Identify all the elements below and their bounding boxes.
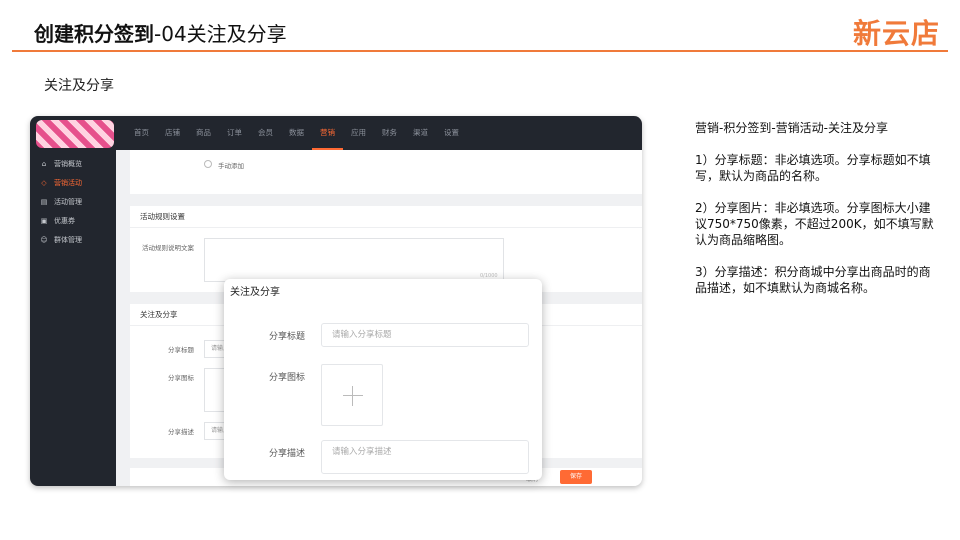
nav-item-2[interactable]: 商品 bbox=[188, 116, 219, 150]
chart-icon: ⌂ bbox=[41, 159, 47, 168]
sidebar-item-2[interactable]: ▤ 活动管理 bbox=[30, 192, 116, 211]
nav-item-5[interactable]: 数据 bbox=[281, 116, 312, 150]
slide-title: 创建积分签到-04关注及分享 bbox=[34, 18, 287, 47]
bg-share-image-label: 分享图标 bbox=[168, 374, 194, 382]
share-desc-textarea[interactable]: 请输入分享描述 bbox=[321, 440, 529, 474]
notes-item-share-image: 2）分享图片：非必填选项。分享图标大小建议750*750像素，不超过200K，如… bbox=[695, 201, 934, 247]
rules-description-textarea[interactable] bbox=[204, 238, 504, 282]
plus-icon-vertical bbox=[352, 386, 353, 406]
main-nav: 首页 店铺 商品 订单 会员 数据 营销 应用 财务 渠道 设置 bbox=[126, 116, 467, 150]
sidebar-item-label: 营销概览 bbox=[54, 159, 82, 168]
nav-item-8[interactable]: 财务 bbox=[374, 116, 405, 150]
sidebar-item-label: 优惠券 bbox=[54, 216, 75, 225]
nav-item-3[interactable]: 订单 bbox=[219, 116, 250, 150]
coupon-icon: ▣ bbox=[40, 216, 48, 225]
section-title: 关注及分享 bbox=[44, 78, 114, 94]
save-button[interactable]: 保存 bbox=[560, 470, 592, 484]
nav-item-0[interactable]: 首页 bbox=[126, 116, 157, 150]
sidebar: ⌂ 营销概览 ◇ 营销活动 ▤ 活动管理 ▣ 优惠券 ☺ 群体管理 bbox=[30, 150, 116, 486]
store-logo bbox=[36, 120, 114, 148]
plus-icon bbox=[343, 395, 363, 396]
participation-card: 手动添加 bbox=[130, 150, 642, 194]
bg-share-title-label: 分享标题 bbox=[168, 346, 194, 354]
group-icon: ☺ bbox=[40, 235, 48, 244]
sidebar-item-3[interactable]: ▣ 优惠券 bbox=[30, 211, 116, 230]
header-divider bbox=[12, 50, 948, 52]
share-image-upload[interactable] bbox=[321, 364, 383, 426]
nav-item-7[interactable]: 应用 bbox=[343, 116, 374, 150]
share-image-label: 分享图标 bbox=[269, 373, 306, 383]
nav-item-1[interactable]: 店铺 bbox=[157, 116, 188, 150]
sidebar-item-label: 群体管理 bbox=[54, 235, 82, 244]
notes-item-share-title: 1）分享标题：非必填选项。分享标题如不填写，默认为商品的名称。 bbox=[695, 153, 931, 183]
share-title-label: 分享标题 bbox=[269, 332, 306, 342]
nav-item-4[interactable]: 会员 bbox=[250, 116, 281, 150]
notes-panel: 营销-积分签到-营销活动-关注及分享 1）分享标题：非必填选项。分享标题如不填写… bbox=[695, 120, 935, 312]
sidebar-item-4[interactable]: ☺ 群体管理 bbox=[30, 230, 116, 249]
share-title-input[interactable]: 请输入分享标题 bbox=[321, 323, 529, 347]
notes-item-share-desc: 3）分享描述：积分商城中分享出商品时的商品描述，如不填默认为商城名称。 bbox=[695, 265, 931, 295]
rules-description-label: 活动规则说明文案 bbox=[142, 244, 194, 252]
notes-heading: 营销-积分签到-营销活动-关注及分享 bbox=[695, 121, 888, 135]
sidebar-item-label: 营销活动 bbox=[54, 178, 82, 187]
rules-section-title: 活动规则设置 bbox=[130, 206, 642, 228]
modal-title: 关注及分享 bbox=[230, 287, 280, 298]
nav-item-9[interactable]: 渠道 bbox=[405, 116, 436, 150]
slide-title-main: 创建积分签到 bbox=[34, 22, 154, 46]
nav-item-10[interactable]: 设置 bbox=[436, 116, 467, 150]
sidebar-item-label: 活动管理 bbox=[54, 197, 82, 206]
share-desc-label: 分享描述 bbox=[269, 449, 306, 459]
manual-add-radio[interactable] bbox=[204, 160, 212, 168]
manual-add-label: 手动添加 bbox=[218, 162, 244, 170]
bg-share-desc-label: 分享描述 bbox=[168, 428, 194, 436]
share-settings-modal: 关注及分享 分享标题 请输入分享标题 分享图标 分享描述 请输入分享描述 bbox=[224, 279, 542, 480]
sidebar-item-0[interactable]: ⌂ 营销概览 bbox=[30, 154, 116, 173]
slide-title-sub: -04关注及分享 bbox=[154, 22, 287, 46]
sidebar-item-1[interactable]: ◇ 营销活动 bbox=[30, 173, 116, 192]
brand-logo: 新云店 bbox=[852, 17, 940, 50]
tag-icon: ◇ bbox=[41, 178, 47, 187]
top-navbar: 首页 店铺 商品 订单 会员 数据 营销 应用 财务 渠道 设置 bbox=[30, 116, 642, 150]
calendar-icon: ▤ bbox=[40, 197, 48, 206]
nav-item-6[interactable]: 营销 bbox=[312, 116, 343, 150]
